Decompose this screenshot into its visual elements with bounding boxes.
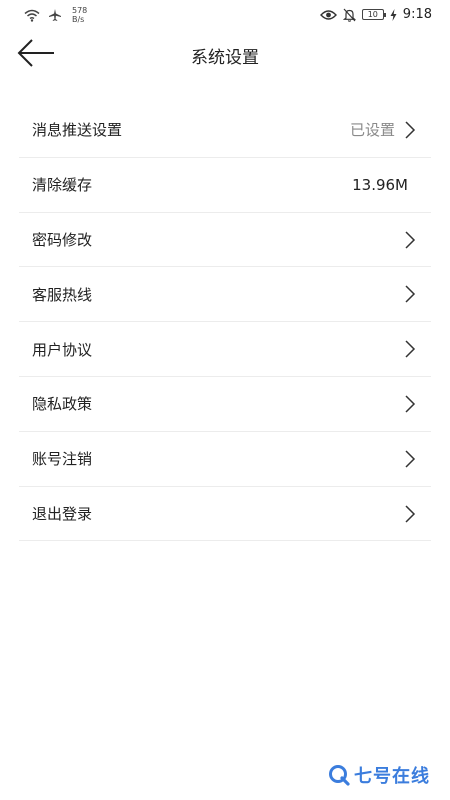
watermark: 七号在线 (328, 762, 430, 788)
chevron-right-icon (405, 285, 416, 303)
chevron-right-icon (405, 450, 416, 468)
header: 系统设置 (0, 32, 450, 78)
network-speed-unit: B/s (72, 15, 85, 24)
status-time: 9:18 (402, 7, 432, 22)
watermark-logo-icon (329, 765, 350, 786)
watermark-text: 七号在线 (354, 766, 430, 787)
row-label: 隐私政策 (32, 395, 93, 414)
settings-row-privacy-policy[interactable]: 隐私政策 (19, 377, 431, 432)
settings-row-logout[interactable]: 退出登录 (19, 487, 431, 542)
network-speed: 578 B/s (72, 6, 87, 24)
network-speed-value: 578 (72, 6, 88, 15)
battery-level: 10 (367, 10, 378, 19)
status-right: 10 9:18 (319, 7, 432, 22)
cache-size-value: 13.96M (352, 175, 408, 194)
row-label: 消息推送设置 (32, 121, 123, 140)
settings-row-delete-account[interactable]: 账号注销 (19, 432, 431, 487)
back-button[interactable] (16, 38, 60, 72)
airplane-mode-icon (49, 9, 61, 21)
row-label: 账号注销 (32, 450, 93, 469)
status-left: 578 B/s (24, 6, 87, 24)
status-bar: 578 B/s 10 9:18 (0, 0, 450, 32)
chevron-right-icon (405, 231, 416, 249)
battery-icon: 10 (361, 9, 386, 20)
charging-icon (390, 8, 397, 21)
chevron-right-icon (405, 395, 416, 413)
settings-row-user-agreement[interactable]: 用户协议 (19, 322, 431, 377)
row-label: 退出登录 (32, 504, 93, 523)
row-label: 客服热线 (32, 285, 93, 304)
mute-bell-icon (342, 8, 356, 22)
page-title: 系统设置 (191, 48, 259, 68)
chevron-right-icon (405, 505, 416, 523)
row-value: 已设置 (349, 121, 395, 140)
chevron-right-icon (405, 340, 416, 358)
settings-row-clear-cache[interactable]: 清除缓存 13.96M (19, 158, 431, 213)
settings-row-change-password[interactable]: 密码修改 (19, 213, 431, 268)
row-label: 用户协议 (32, 340, 93, 359)
eye-comfort-icon (319, 9, 337, 20)
settings-row-customer-hotline[interactable]: 客服热线 (19, 267, 431, 323)
row-label: 密码修改 (32, 230, 93, 249)
screen: 578 B/s 10 9:18 系统设置 消息推送设置 已设置 清除缓存 13.… (0, 0, 450, 800)
settings-list: 消息推送设置 已设置 清除缓存 13.96M 密码修改 客服热线 用户协议 隐私… (19, 103, 431, 542)
chevron-right-icon (405, 121, 416, 139)
settings-row-push-notifications[interactable]: 消息推送设置 已设置 (19, 103, 431, 158)
wifi-icon (24, 9, 40, 22)
back-arrow-icon (17, 39, 54, 67)
row-label: 清除缓存 (32, 176, 93, 195)
